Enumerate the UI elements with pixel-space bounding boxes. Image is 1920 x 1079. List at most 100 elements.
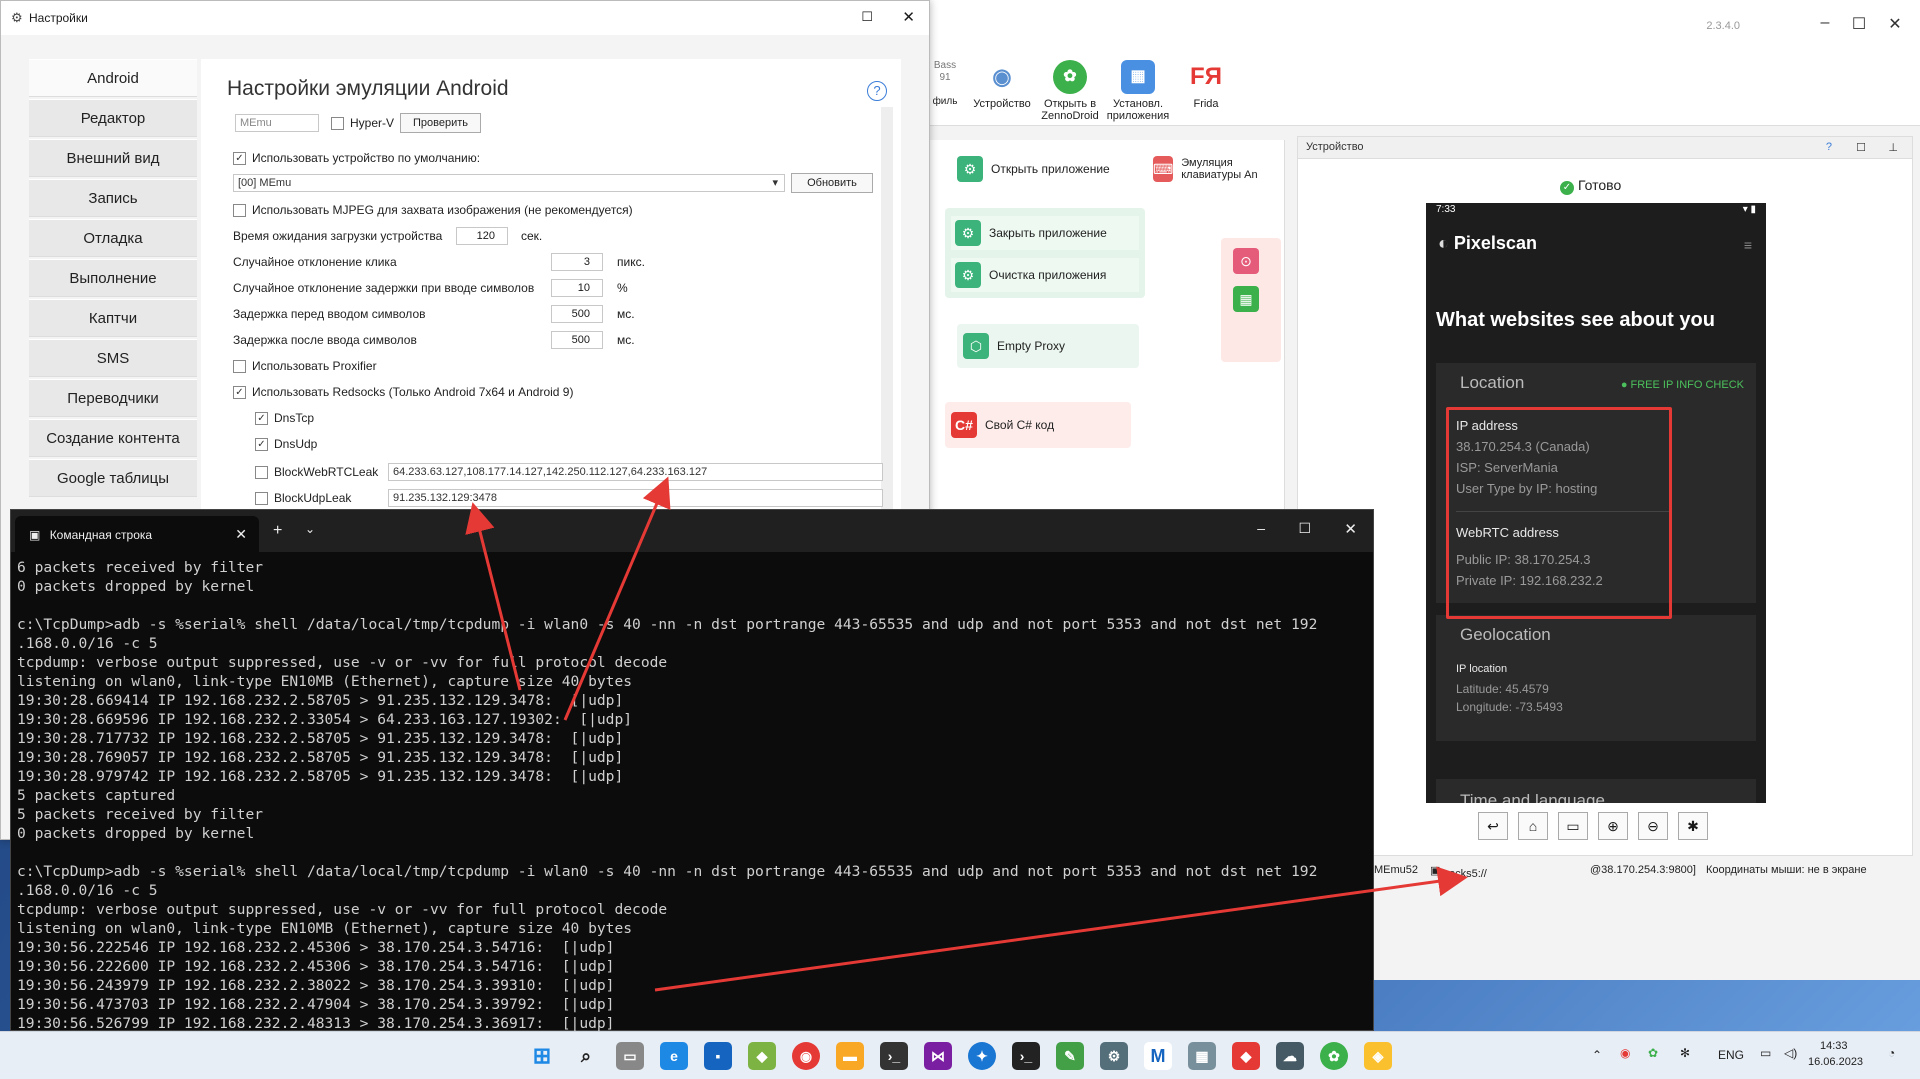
node-clear-app[interactable]: ⚙ Очистка приложения	[951, 258, 1139, 292]
ribbon-device-button[interactable]: ◉ Устройство	[967, 60, 1037, 110]
zenno-tray-icon[interactable]: ✿	[1648, 1046, 1658, 1060]
notepad-icon[interactable]: ✎	[1056, 1042, 1084, 1070]
node-csharp[interactable]: C# Свой C# код	[945, 402, 1131, 448]
ribbon-partial-button[interactable]: Bass 91 филь	[925, 60, 965, 108]
help-icon[interactable]: ?	[867, 81, 887, 101]
sidebar-item-editor[interactable]: Редактор	[29, 99, 197, 137]
free-ip-check[interactable]: ● FREE IP INFO CHECK	[1621, 379, 1744, 391]
sidebar-item-debug[interactable]: Отладка	[29, 219, 197, 257]
node-keyboard[interactable]: ⌨ Эмуляция клавиатуры An	[1147, 154, 1283, 184]
node-close-app[interactable]: ⚙ Закрыть приложение	[951, 216, 1139, 250]
save-icon[interactable]: ▪	[704, 1042, 732, 1070]
anydesk-icon[interactable]: ◆	[1232, 1042, 1260, 1070]
ribbon-open-zennodroid-button[interactable]: ✿ Открыть в ZennoDroid	[1035, 60, 1105, 122]
screenshot-icon[interactable]: ✱	[1678, 812, 1708, 840]
node-side-group[interactable]: ⊙ ▦	[1221, 238, 1281, 362]
mjpeg-checkbox[interactable]	[233, 203, 246, 217]
zennoposter-icon[interactable]: ◈	[1364, 1042, 1392, 1070]
clock-date[interactable]: 16.06.2023	[1808, 1056, 1863, 1068]
cmd-icon[interactable]: ›_	[1012, 1042, 1040, 1070]
language-indicator[interactable]: ENG	[1718, 1048, 1744, 1062]
device-select[interactable]: [00] MEmu ▾	[233, 174, 785, 192]
blockwebrtc-checkbox[interactable]	[255, 465, 268, 479]
home-icon[interactable]: ⌂	[1518, 812, 1548, 840]
folder-icon[interactable]: ▬	[836, 1042, 864, 1070]
chevron-down-icon[interactable]: ⌄	[305, 522, 315, 536]
refresh-button[interactable]: Обновить	[791, 173, 873, 193]
maximize-icon[interactable]: ☐	[1844, 14, 1874, 34]
bluetooth-icon[interactable]: ✻	[1680, 1046, 1690, 1060]
close-icon[interactable]: ✕	[1880, 14, 1910, 34]
hamburger-icon[interactable]: ≡	[1744, 237, 1752, 253]
recents-icon[interactable]: ▭	[1558, 812, 1588, 840]
before-input[interactable]: 500	[551, 305, 603, 323]
taskview-icon[interactable]: ▭	[616, 1042, 644, 1070]
terminal-icon[interactable]: ›_	[880, 1042, 908, 1070]
ribbon-installed-apps-button[interactable]: ▦ Установл. приложения	[1103, 60, 1173, 122]
delay-dev-input[interactable]: 10	[551, 279, 603, 297]
redsocks-checkbox[interactable]: ✓	[233, 385, 246, 399]
sidebar-item-captcha[interactable]: Каптчи	[29, 299, 197, 337]
notification-icon[interactable]: ◔	[1888, 1046, 1895, 1060]
cmd-tab[interactable]: ▣ Командная строка ✕	[15, 516, 259, 552]
dnsudp-checkbox[interactable]: ✓	[255, 437, 268, 451]
app-icon[interactable]: ◆	[748, 1042, 776, 1070]
load-wait-input[interactable]: 120	[456, 227, 508, 245]
blockwebrtc-input[interactable]: 64.233.63.127,108.177.14.127,142.250.112…	[388, 463, 883, 481]
close-icon[interactable]: ✕	[1344, 520, 1357, 538]
close-icon[interactable]: ✕	[902, 8, 915, 26]
edge-icon[interactable]: e	[660, 1042, 688, 1070]
click-dev-input[interactable]: 3	[551, 253, 603, 271]
node-open-app[interactable]: ⚙ Открыть приложение	[951, 154, 1151, 184]
sidebar-item-appearance[interactable]: Внешний вид	[29, 139, 197, 177]
proxifier-checkbox[interactable]	[233, 359, 246, 373]
float-icon[interactable]: ☐	[1856, 141, 1866, 154]
zoom-out-icon[interactable]: ⊖	[1638, 812, 1668, 840]
maximize-icon[interactable]: ☐	[861, 9, 873, 25]
blockudp-checkbox[interactable]	[255, 491, 268, 505]
cmd-window[interactable]: ▣ Командная строка ✕ + ⌄ – ☐ ✕ 6 packets…	[10, 509, 1374, 1033]
volume-icon[interactable]: ◁)	[1784, 1046, 1797, 1060]
sidebar-item-content[interactable]: Создание контента	[29, 419, 197, 457]
settings-icon[interactable]: ⚙	[1100, 1042, 1128, 1070]
close-tab-icon[interactable]: ✕	[235, 526, 247, 543]
sidebar-item-translators[interactable]: Переводчики	[29, 379, 197, 417]
app-icon[interactable]: ✦	[968, 1042, 996, 1070]
help-icon[interactable]: ?	[1826, 141, 1832, 153]
sidebar-item-google-sheets[interactable]: Google таблицы	[29, 459, 197, 497]
check-button[interactable]: Проверить	[400, 113, 482, 133]
sidebar-item-record[interactable]: Запись	[29, 179, 197, 217]
node-group[interactable]: ⚙ Закрыть приложение ⚙ Очистка приложени…	[945, 208, 1145, 298]
chrome-tray-icon[interactable]: ◉	[1620, 1046, 1630, 1060]
dnstcp-checkbox[interactable]: ✓	[255, 411, 268, 425]
sidebar-item-android[interactable]: Android	[29, 59, 197, 97]
minimize-icon[interactable]: –	[1257, 520, 1265, 536]
back-icon[interactable]: ↩	[1478, 812, 1508, 840]
clock-time[interactable]: 14:33	[1820, 1040, 1848, 1052]
ribbon-frida-button[interactable]: FЯ Frida	[1171, 60, 1241, 110]
zoom-in-icon[interactable]: ⊕	[1598, 812, 1628, 840]
calculator-icon[interactable]: ▦	[1188, 1042, 1216, 1070]
m-icon[interactable]: M	[1144, 1042, 1172, 1070]
after-input[interactable]: 500	[551, 331, 603, 349]
cloud-icon[interactable]: ☁	[1276, 1042, 1304, 1070]
chevron-up-icon[interactable]: ⌃	[1592, 1048, 1602, 1062]
zennodroid-icon[interactable]: ✿	[1320, 1042, 1348, 1070]
network-icon[interactable]: ▭	[1760, 1046, 1771, 1060]
chrome-icon[interactable]: ◉	[792, 1042, 820, 1070]
minimize-icon[interactable]: –	[1810, 14, 1840, 32]
hyperv-checkbox[interactable]	[331, 116, 344, 130]
node-empty-proxy[interactable]: ⬡ Empty Proxy	[957, 324, 1139, 368]
pin-icon[interactable]: ⊥	[1888, 141, 1898, 154]
start-icon[interactable]: ⊞	[528, 1042, 556, 1070]
maximize-icon[interactable]: ☐	[1298, 520, 1311, 537]
use-default-checkbox[interactable]: ✓	[233, 151, 246, 165]
visual-studio-icon[interactable]: ⋈	[924, 1042, 952, 1070]
new-tab-icon[interactable]: +	[273, 522, 282, 540]
sidebar-item-sms[interactable]: SMS	[29, 339, 197, 377]
emulator-field[interactable]: MEmu	[235, 114, 319, 132]
sidebar-item-execution[interactable]: Выполнение	[29, 259, 197, 297]
search-icon[interactable]: ⌕	[572, 1042, 600, 1070]
console-output[interactable]: 6 packets received by filter 0 packets d…	[17, 558, 1317, 1033]
blockudp-input[interactable]: 91.235.132.129:3478	[388, 489, 883, 507]
